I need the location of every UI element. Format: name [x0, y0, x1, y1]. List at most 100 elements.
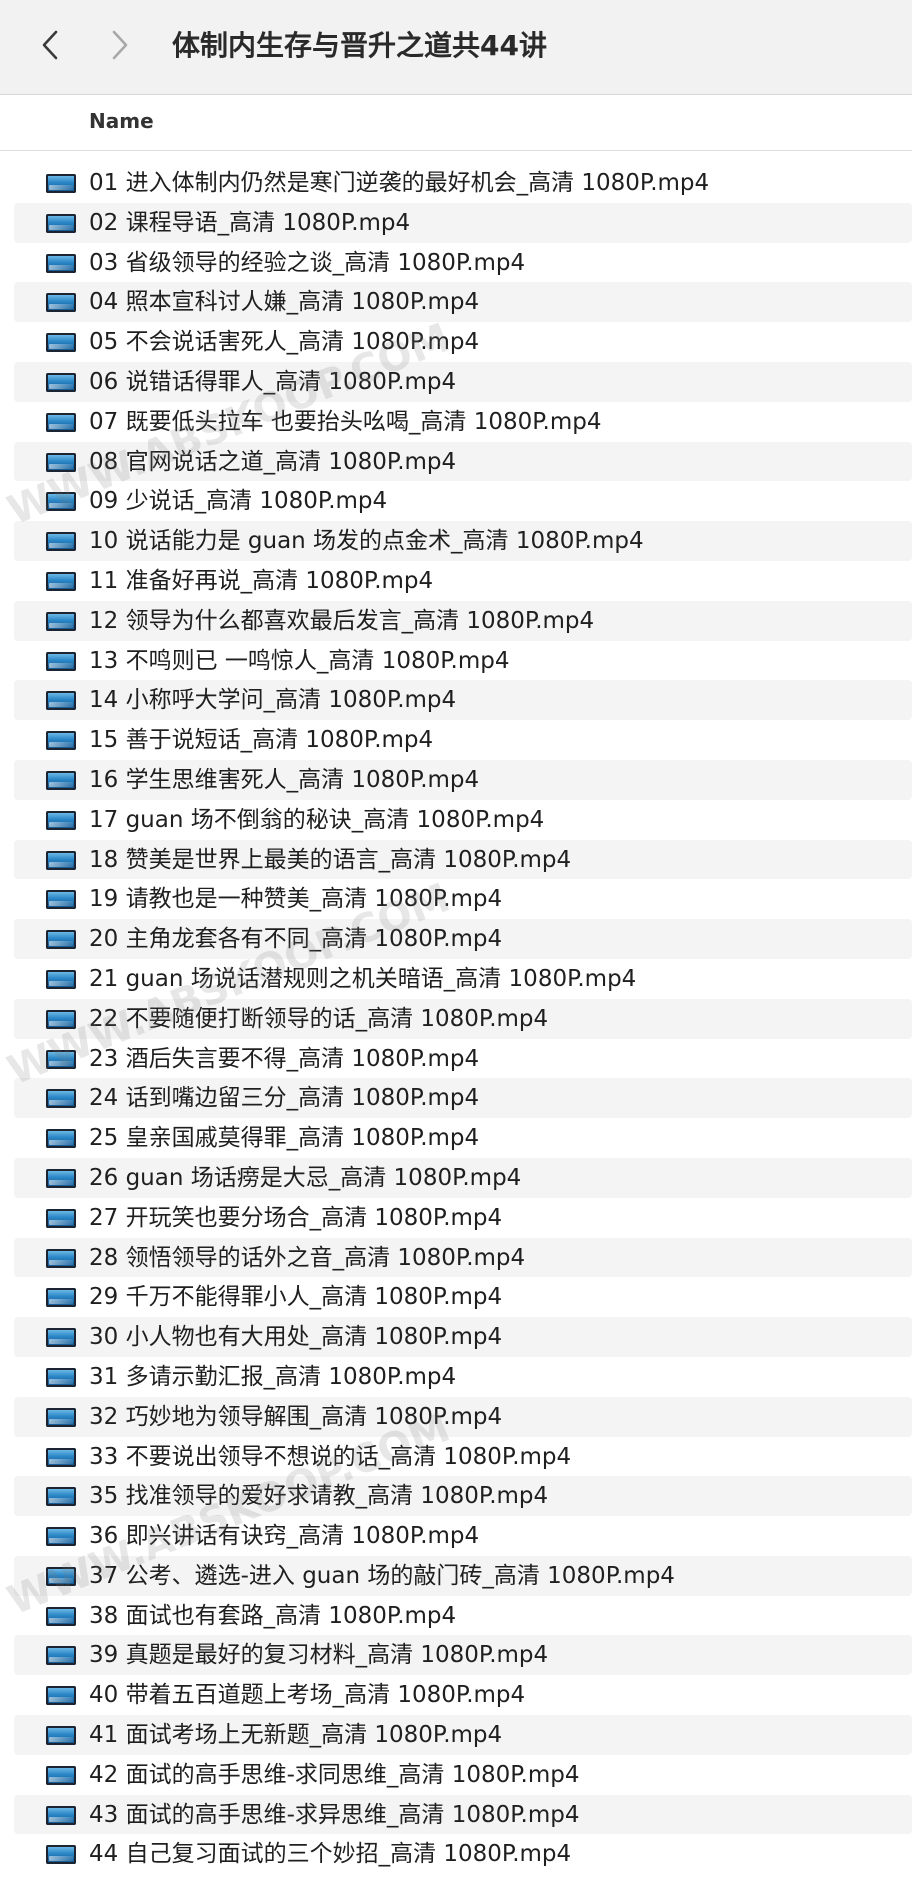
file-name: 14 小称呼大学问_高清 1080P.mp4: [89, 687, 457, 714]
file-row[interactable]: 28 领悟领导的话外之音_高清 1080P.mp4: [14, 1237, 912, 1278]
video-file-icon: [46, 651, 76, 671]
file-name: 35 找准领导的爱好求请教_高清 1080P.mp4: [89, 1483, 549, 1510]
file-row[interactable]: 36 即兴讲话有诀窍_高清 1080P.mp4: [14, 1516, 912, 1556]
video-file-icon: [46, 1726, 76, 1746]
file-row[interactable]: 09 少说话_高清 1080P.mp4: [14, 481, 912, 521]
file-name: 22 不要随便打断领导的话_高清 1080P.mp4: [89, 1005, 549, 1032]
file-row[interactable]: 04 照本宣科讨人嫌_高清 1080P.mp4: [14, 282, 912, 323]
video-file-icon: [46, 1527, 76, 1547]
chevron-left-icon: [42, 30, 58, 60]
file-row[interactable]: 41 面试考场上无新题_高清 1080P.mp4: [14, 1715, 912, 1755]
file-name: 01 进入体制内仍然是寒门逆袭的最好机会_高清 1080P.mp4: [89, 170, 710, 196]
file-row[interactable]: 18 赞美是世界上最美的语言_高清 1080P.mp4: [14, 839, 912, 880]
file-name: 24 话到嘴边留三分_高清 1080P.mp4: [89, 1085, 480, 1112]
file-row[interactable]: 06 说错话得罪人_高清 1080P.mp4: [14, 361, 912, 402]
file-name: 39 真题是最好的复习材料_高清 1080P.mp4: [89, 1642, 549, 1669]
file-row[interactable]: 03 省级领导的经验之谈_高清 1080P.mp4: [14, 243, 912, 283]
file-name: 42 面试的高手思维-求同思维_高清 1080P.mp4: [89, 1761, 580, 1788]
video-file-icon: [46, 1566, 76, 1586]
file-row[interactable]: 26 guan 场话痨是大忌_高清 1080P.mp4: [14, 1157, 912, 1198]
video-file-icon: [46, 1089, 76, 1109]
file-name: 38 面试也有套路_高清 1080P.mp4: [89, 1602, 457, 1629]
file-name: 36 即兴讲话有诀窍_高清 1080P.mp4: [89, 1523, 480, 1550]
video-file-icon: [46, 293, 76, 313]
video-file-icon: [46, 1487, 76, 1507]
file-name: 30 小人物也有大用处_高清 1080P.mp4: [89, 1324, 503, 1351]
file-name: 11 准备好再说_高清 1080P.mp4: [89, 567, 434, 594]
file-row[interactable]: 16 学生思维害死人_高清 1080P.mp4: [14, 759, 912, 800]
forward-button[interactable]: [100, 22, 140, 68]
file-row[interactable]: 02 课程导语_高清 1080P.mp4: [14, 202, 912, 243]
file-name: 29 千万不能得罪小人_高清 1080P.mp4: [89, 1284, 503, 1311]
file-row[interactable]: 29 千万不能得罪小人_高清 1080P.mp4: [14, 1277, 912, 1317]
file-row[interactable]: 24 话到嘴边留三分_高清 1080P.mp4: [14, 1078, 912, 1119]
file-row[interactable]: 17 guan 场不倒翁的秘诀_高清 1080P.mp4: [14, 800, 912, 840]
video-file-icon: [46, 1208, 76, 1228]
file-name: 03 省级领导的经验之谈_高清 1080P.mp4: [89, 249, 526, 276]
file-name: 26 guan 场话痨是大忌_高清 1080P.mp4: [89, 1164, 522, 1191]
file-name: 32 巧妙地为领导解围_高清 1080P.mp4: [89, 1403, 503, 1430]
file-name: 31 多请示勤汇报_高清 1080P.mp4: [89, 1363, 457, 1390]
file-row[interactable]: 07 既要低头拉车 也要抬头吆喝_高清 1080P.mp4: [14, 402, 912, 442]
video-file-icon: [46, 174, 76, 193]
file-name: 40 带着五百道题上考场_高清 1080P.mp4: [89, 1682, 526, 1709]
file-row[interactable]: 32 巧妙地为领导解围_高清 1080P.mp4: [14, 1396, 912, 1437]
file-row[interactable]: 10 说话能力是 guan 场发的点金术_高清 1080P.mp4: [14, 521, 912, 561]
file-name: 13 不鸣则已 一鸣惊人_高清 1080P.mp4: [89, 647, 510, 674]
video-file-icon: [46, 1248, 76, 1268]
video-file-icon: [46, 810, 76, 830]
file-row[interactable]: 43 面试的高手思维-求异思维_高清 1080P.mp4: [14, 1794, 912, 1835]
file-row[interactable]: 14 小称呼大学问_高清 1080P.mp4: [14, 680, 912, 721]
file-row[interactable]: 23 酒后失言要不得_高清 1080P.mp4: [14, 1039, 912, 1079]
file-row[interactable]: 42 面试的高手思维-求同思维_高清 1080P.mp4: [14, 1755, 912, 1795]
file-row[interactable]: 12 领导为什么都喜欢最后发言_高清 1080P.mp4: [14, 600, 912, 641]
video-file-icon: [46, 532, 76, 552]
file-row[interactable]: 30 小人物也有大用处_高清 1080P.mp4: [14, 1317, 912, 1357]
file-name: 02 课程导语_高清 1080P.mp4: [89, 209, 411, 236]
file-name: 27 开玩笑也要分场合_高清 1080P.mp4: [89, 1204, 503, 1231]
file-name: 09 少说话_高清 1080P.mp4: [89, 488, 388, 515]
chevron-right-icon: [112, 30, 128, 60]
file-row[interactable]: 13 不鸣则已 一鸣惊人_高清 1080P.mp4: [14, 641, 912, 681]
video-file-icon: [46, 372, 76, 392]
video-file-icon: [46, 1168, 76, 1188]
file-row[interactable]: 33 不要说出领导不想说的话_高清 1080P.mp4: [14, 1437, 912, 1477]
file-name: 08 官网说话之道_高清 1080P.mp4: [89, 448, 457, 475]
back-button[interactable]: [30, 22, 70, 68]
file-name: 06 说错话得罪人_高清 1080P.mp4: [89, 368, 457, 395]
file-name: 37 公考、遴选-进入 guan 场的敲门砖_高清 1080P.mp4: [89, 1562, 675, 1589]
video-file-icon: [46, 770, 76, 790]
file-row[interactable]: 37 公考、遴选-进入 guan 场的敲门砖_高清 1080P.mp4: [14, 1555, 912, 1596]
file-row[interactable]: 27 开玩笑也要分场合_高清 1080P.mp4: [14, 1198, 912, 1238]
file-row[interactable]: 08 官网说话之道_高清 1080P.mp4: [14, 441, 912, 482]
file-name: 17 guan 场不倒翁的秘诀_高清 1080P.mp4: [89, 806, 545, 833]
file-row[interactable]: 21 guan 场说话潜规则之机关暗语_高清 1080P.mp4: [14, 959, 912, 999]
file-row[interactable]: 05 不会说话害死人_高清 1080P.mp4: [14, 322, 912, 362]
file-row[interactable]: 15 善于说短话_高清 1080P.mp4: [14, 720, 912, 760]
file-row[interactable]: 01 进入体制内仍然是寒门逆袭的最好机会_高清 1080P.mp4: [14, 163, 912, 203]
file-row[interactable]: 38 面试也有套路_高清 1080P.mp4: [14, 1596, 912, 1636]
file-name: 44 自己复习面试的三个妙招_高清 1080P.mp4: [89, 1841, 572, 1868]
file-row[interactable]: 11 准备好再说_高清 1080P.mp4: [14, 561, 912, 601]
file-name: 43 面试的高手思维-求异思维_高清 1080P.mp4: [89, 1801, 580, 1828]
file-name: 20 主角龙套各有不同_高清 1080P.mp4: [89, 926, 503, 953]
file-row[interactable]: 39 真题是最好的复习材料_高清 1080P.mp4: [14, 1635, 912, 1676]
file-row[interactable]: 20 主角龙套各有不同_高清 1080P.mp4: [14, 919, 912, 959]
file-name: 15 善于说短话_高清 1080P.mp4: [89, 727, 434, 754]
column-name-header[interactable]: Name: [89, 109, 154, 133]
file-row[interactable]: 19 请教也是一种赞美_高清 1080P.mp4: [14, 879, 912, 919]
video-file-icon: [46, 1328, 76, 1348]
video-file-icon: [46, 890, 76, 910]
file-row[interactable]: 22 不要随便打断领导的话_高清 1080P.mp4: [14, 998, 912, 1039]
file-row[interactable]: 31 多请示勤汇报_高清 1080P.mp4: [14, 1357, 912, 1397]
file-row[interactable]: 35 找准领导的爱好求请教_高清 1080P.mp4: [14, 1476, 912, 1517]
video-file-icon: [46, 253, 76, 273]
file-row[interactable]: 25 皇亲国戚莫得罪_高清 1080P.mp4: [14, 1118, 912, 1158]
file-row[interactable]: 44 自己复习面试的三个妙招_高清 1080P.mp4: [14, 1834, 912, 1874]
file-name: 33 不要说出领导不想说的话_高清 1080P.mp4: [89, 1443, 572, 1470]
video-file-icon: [46, 1367, 76, 1387]
video-file-icon: [46, 1805, 76, 1825]
file-name: 07 既要低头拉车 也要抬头吆喝_高清 1080P.mp4: [89, 408, 602, 435]
file-row[interactable]: 40 带着五百道题上考场_高清 1080P.mp4: [14, 1675, 912, 1715]
video-file-icon: [46, 1407, 76, 1427]
